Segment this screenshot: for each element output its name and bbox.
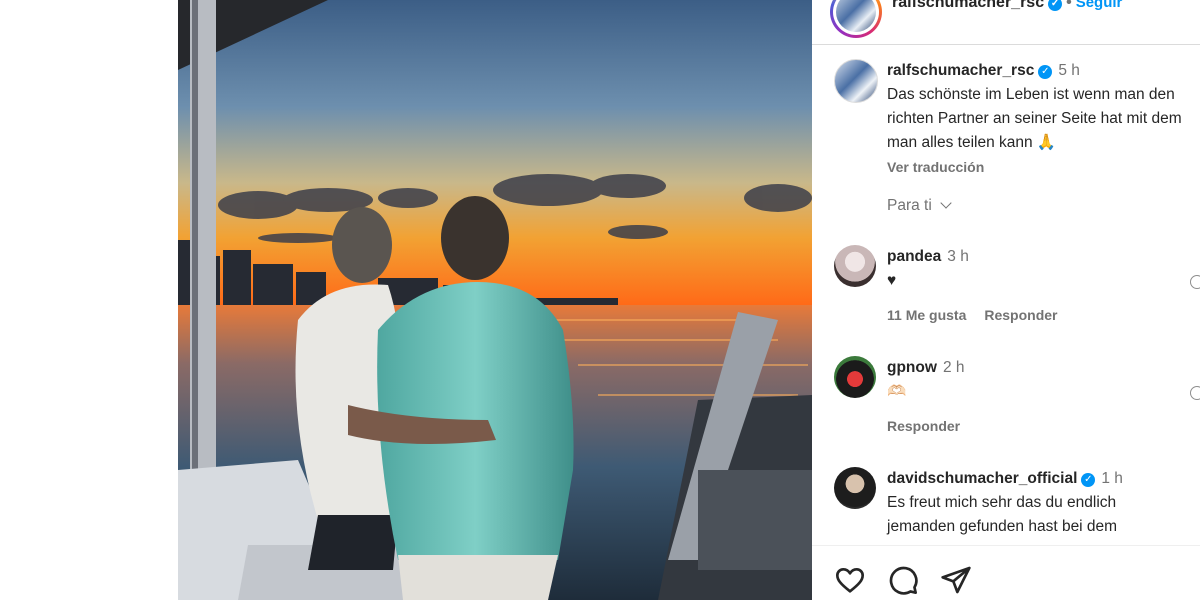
comment-icon[interactable] (887, 564, 919, 596)
verified-icon: ✓ (1048, 0, 1063, 11)
header-user-row: ralfschumacher_rsc ✓ • Seguir (892, 0, 1122, 12)
comment-username[interactable]: davidschumacher_official (887, 470, 1077, 487)
post-header: ralfschumacher_rsc ✓ • Seguir (812, 0, 1200, 45)
caption-time[interactable]: 5 h (1058, 62, 1080, 79)
chevron-down-icon (940, 197, 952, 209)
caption-text: Das schönste im Leben ist wenn man den r… (887, 86, 1182, 151)
comment-like-icon[interactable] (1190, 386, 1200, 400)
comment-avatar[interactable] (834, 467, 876, 509)
verified-icon: ✓ (1038, 65, 1053, 79)
comment-avatar[interactable] (834, 245, 876, 287)
verified-icon: ✓ (1081, 473, 1096, 487)
comment-time[interactable]: 1 h (1101, 470, 1123, 487)
caption-username[interactable]: ralfschumacher_rsc (887, 62, 1034, 79)
share-icon[interactable] (940, 564, 972, 596)
comment-username[interactable]: gpnow (887, 359, 937, 376)
header-separator: • (1066, 0, 1072, 11)
comments-panel: ralfschumacher_rsc ✓ • Seguir ralfschumache… (812, 0, 1200, 600)
reply-button[interactable]: Responder (984, 307, 1057, 323)
comment-avatar[interactable] (834, 356, 876, 398)
comment-time[interactable]: 3 h (947, 248, 969, 265)
comment-text: Es freut mich sehr das du endlich jemand… (887, 494, 1118, 535)
follow-button[interactable]: Seguir (1076, 0, 1123, 11)
author-avatar[interactable] (830, 0, 882, 38)
heart-icon[interactable] (834, 564, 866, 596)
translate-link[interactable]: Ver traducción (887, 159, 984, 175)
comment-text: 🫶🏻 (887, 383, 907, 400)
comment-time[interactable]: 2 h (943, 359, 965, 376)
for-you-filter[interactable]: Para ti (887, 197, 952, 215)
comment-like-icon[interactable] (1190, 275, 1200, 289)
for-you-label: Para ti (887, 197, 932, 214)
comment-likes[interactable]: 11 Me gusta (887, 307, 966, 323)
header-username[interactable]: ralfschumacher_rsc (892, 0, 1044, 11)
reply-button[interactable]: Responder (887, 418, 960, 434)
comment-username[interactable]: pandea (887, 248, 941, 265)
comment-text: ♥ (887, 272, 897, 289)
caption-avatar[interactable] (834, 59, 878, 103)
post-photo[interactable] (178, 0, 812, 600)
action-bar (812, 545, 1200, 600)
